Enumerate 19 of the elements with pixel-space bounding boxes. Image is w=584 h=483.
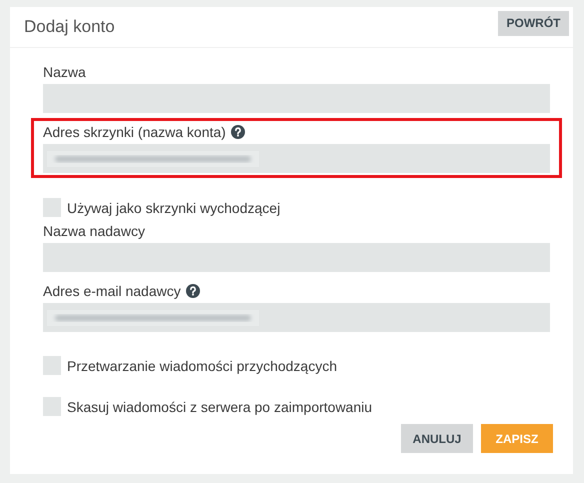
input-field[interactable] (43, 144, 550, 173)
help-icon[interactable] (186, 284, 200, 298)
checkbox-label: Skasuj wiadomości z serwera po zaimportowaniu (67, 398, 372, 414)
help-icon[interactable] (230, 125, 245, 139)
checkbox-label: Używaj jako skrzynki wychodzącej (67, 200, 280, 216)
back-button[interactable]: POWRÓT (498, 10, 569, 36)
field-label: Nazwa (43, 64, 86, 80)
page-title: Dodaj konto (24, 17, 115, 37)
checkbox[interactable] (43, 356, 61, 375)
checkbox-label: Przetwarzanie wiadomości przychodzących (67, 358, 337, 374)
field-label: Nazwa nadawcy (43, 223, 145, 239)
checkbox[interactable] (43, 198, 61, 217)
input-field[interactable] (43, 303, 550, 332)
input-field[interactable] (43, 84, 550, 113)
field-label: Adres skrzynki (nazwa konta) (43, 124, 226, 140)
checkbox[interactable] (43, 397, 61, 416)
input-field[interactable] (43, 243, 550, 272)
field-label: Adres e-mail nadawcy (43, 283, 181, 299)
cancel-button[interactable]: ANULUJ (401, 424, 473, 453)
